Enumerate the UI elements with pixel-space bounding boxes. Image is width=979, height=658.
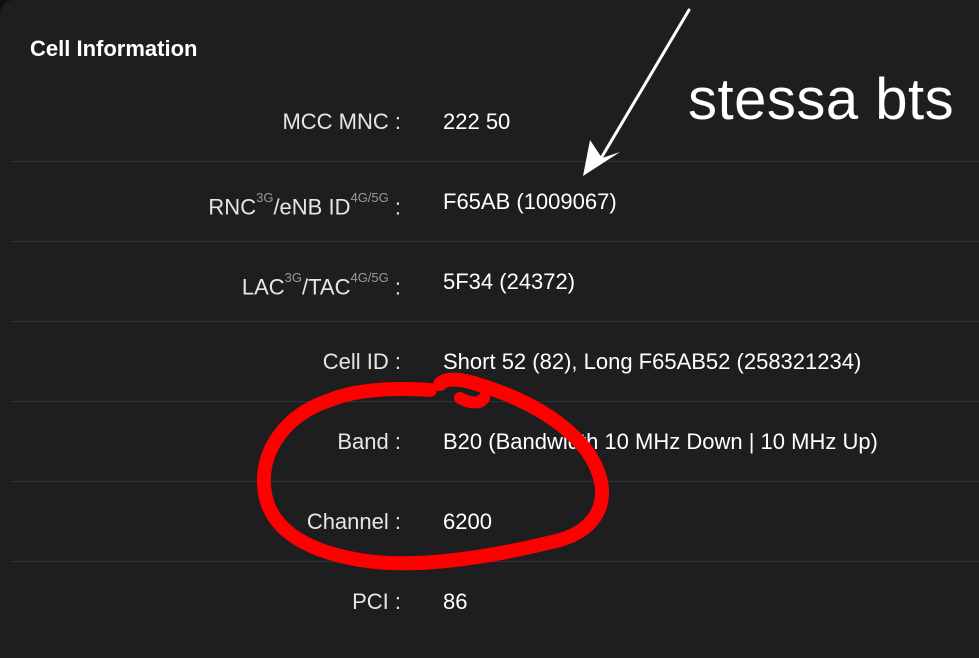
row-label: Cell ID : bbox=[322, 349, 401, 374]
row-value: F65AB (1009067) bbox=[443, 189, 617, 214]
row-label: MCC MNC : bbox=[282, 109, 401, 134]
info-rows: MCC MNC : 222 50 RNC3G/eNB ID4G/5G : F65… bbox=[12, 82, 979, 641]
row-label: Channel : bbox=[306, 509, 401, 534]
row-value: 6200 bbox=[443, 509, 492, 534]
row-rnc-enb-id: RNC3G/eNB ID4G/5G : F65AB (1009067) bbox=[12, 162, 979, 242]
row-value: 222 50 bbox=[443, 109, 511, 134]
row-value: 86 bbox=[443, 589, 468, 614]
row-label: Band : bbox=[337, 429, 401, 454]
cell-information-card: Cell Information MCC MNC : 222 50 RNC3G/… bbox=[0, 0, 979, 658]
row-value: Short 52 (82), Long F65AB52 (258321234) bbox=[443, 349, 862, 374]
row-pci: PCI : 86 bbox=[12, 562, 979, 641]
row-label: LAC3G/TAC4G/5G : bbox=[241, 270, 401, 300]
row-lac-tac: LAC3G/TAC4G/5G : 5F34 (24372) bbox=[12, 242, 979, 322]
row-band: Band : B20 (Bandwidth 10 MHz Down | 10 M… bbox=[12, 402, 979, 482]
row-cell-id: Cell ID : Short 52 (82), Long F65AB52 (2… bbox=[12, 322, 979, 402]
annotation-text: stessa bts bbox=[688, 67, 955, 132]
card-title: Cell Information bbox=[30, 36, 198, 61]
row-channel: Channel : 6200 bbox=[12, 482, 979, 562]
row-value: B20 (Bandwidth 10 MHz Down | 10 MHz Up) bbox=[443, 429, 878, 454]
row-value: 5F34 (24372) bbox=[443, 269, 576, 294]
row-label: RNC3G/eNB ID4G/5G : bbox=[208, 190, 401, 220]
row-label: PCI : bbox=[352, 589, 401, 614]
